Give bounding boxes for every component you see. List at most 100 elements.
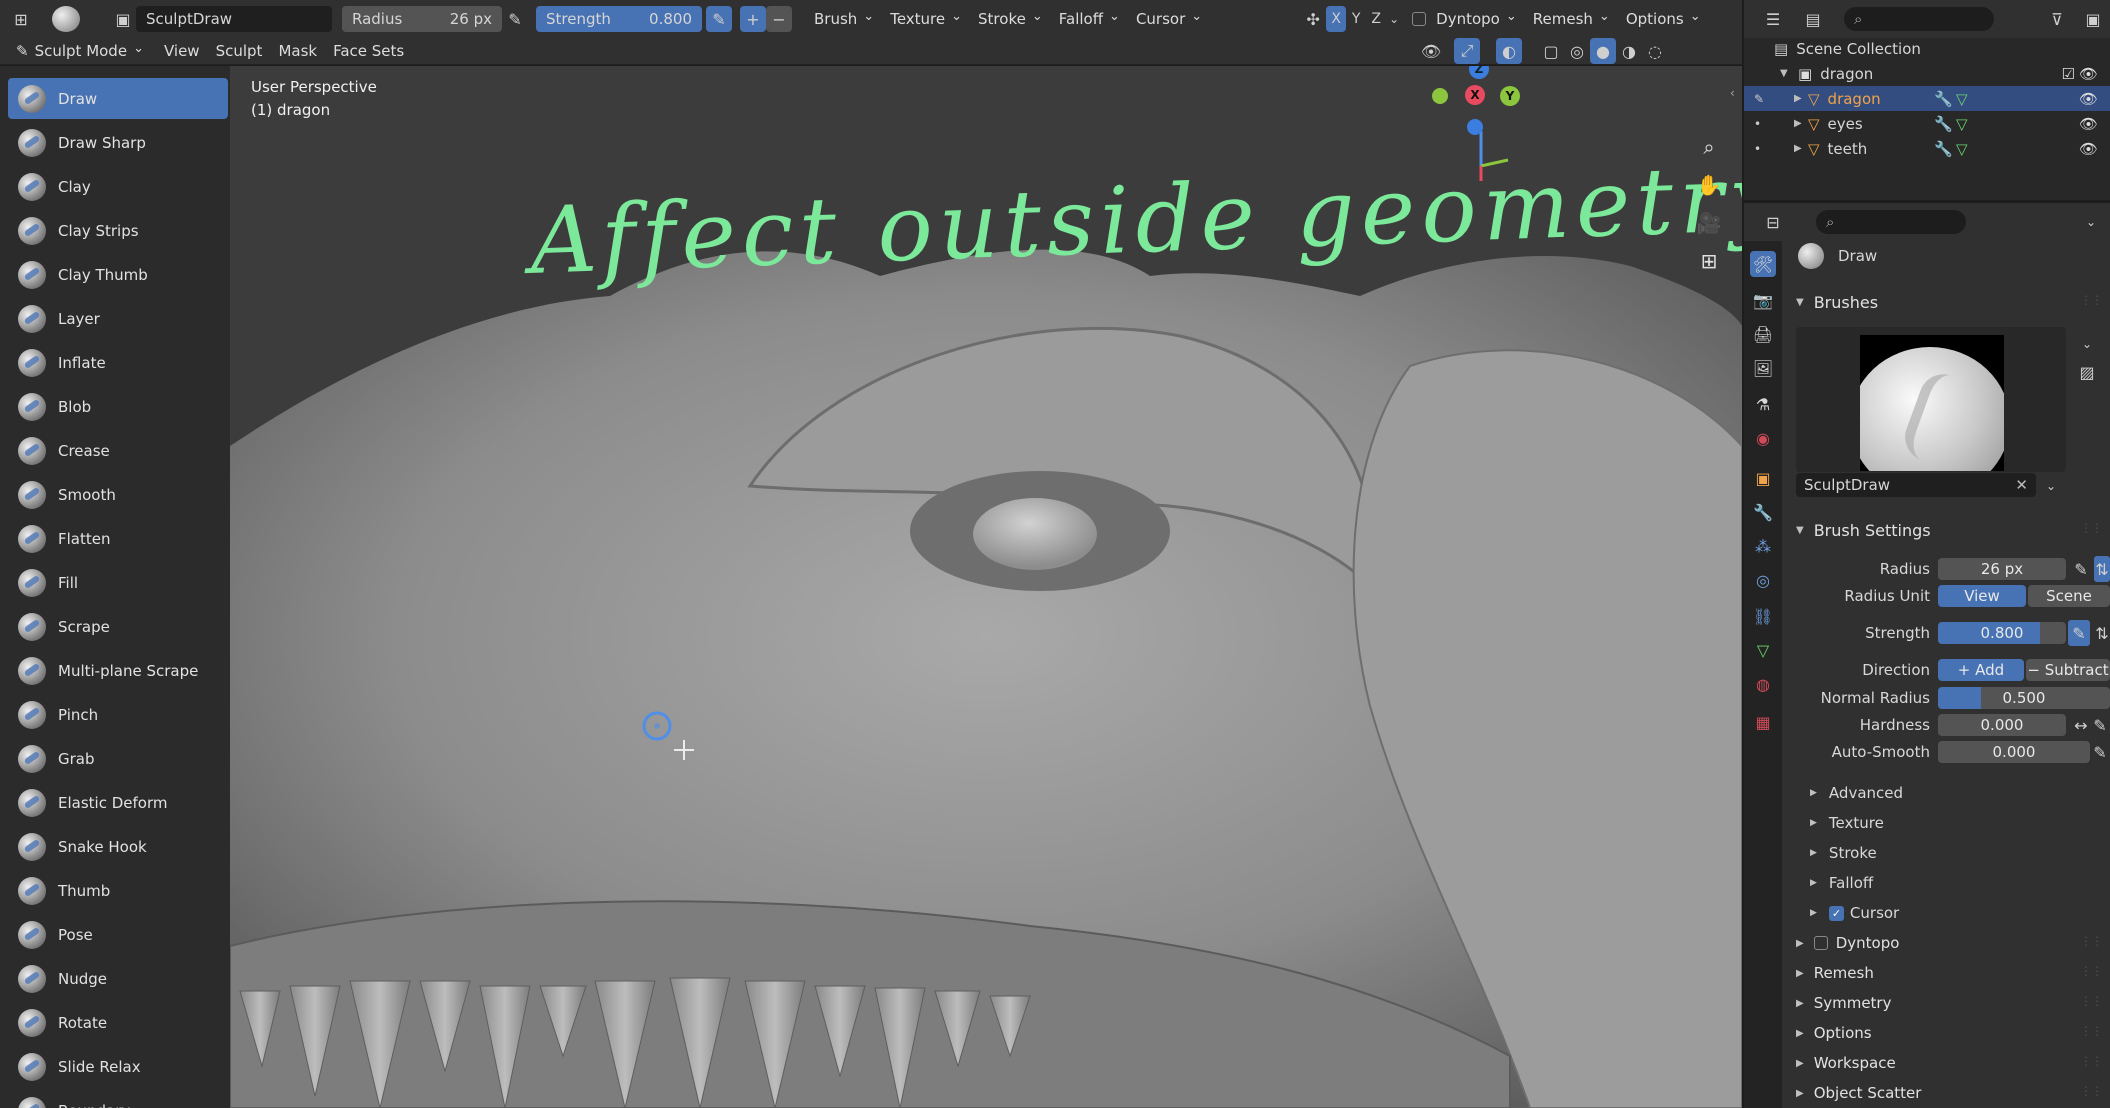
mask-menu[interactable]: Mask xyxy=(270,38,325,64)
normal-radius-slider[interactable]: 0.500 xyxy=(1938,687,2110,709)
modifier-tab-icon[interactable]: 🔧 xyxy=(1750,499,1776,525)
outliner-object-row[interactable]: ✎ ▶ ▽ dragon 🔧 ▽ 👁 xyxy=(1744,86,2110,111)
outliner-object-row[interactable]: • ▶ ▽ eyes 🔧 ▽ 👁 xyxy=(1744,111,2110,136)
face-sets-menu[interactable]: Face Sets xyxy=(325,38,412,64)
subpanel-advanced[interactable]: ▶ Advanced xyxy=(1810,784,1903,802)
direction-add-button[interactable]: + Add xyxy=(1938,659,2024,681)
wireframe-shading-icon[interactable]: ◎ xyxy=(1564,38,1590,64)
panel-grip-icon[interactable]: ⋮⋮ xyxy=(2080,1024,2103,1038)
properties-search-input[interactable]: ⌕ xyxy=(1816,210,1966,234)
mirror-z-toggle[interactable]: Z xyxy=(1366,6,1386,32)
eye-icon[interactable]: 👁 xyxy=(2079,115,2098,133)
cursor-checkbox[interactable]: ✓ xyxy=(1828,905,1844,921)
view-menu[interactable]: View xyxy=(156,38,208,64)
mirror-x-toggle[interactable]: X xyxy=(1326,6,1347,32)
edit-mode-icon[interactable]: ✎ xyxy=(1754,92,1774,106)
modifier-wrench-icon[interactable]: 🔧 xyxy=(1934,140,1953,158)
tool-scrape[interactable]: Scrape xyxy=(8,606,228,647)
radius-slider[interactable]: 26 px xyxy=(1938,558,2066,580)
radius-field[interactable]: Radius 26 px xyxy=(342,6,502,32)
tool-clay-strips[interactable]: Clay Strips xyxy=(8,210,228,251)
panel-grip-icon[interactable]: ⋮⋮ xyxy=(2080,521,2103,535)
panel-object-scatter[interactable]: ▶ Object Scatter xyxy=(1796,1084,1921,1102)
tool-clay[interactable]: Clay xyxy=(8,166,228,207)
tool-boundary[interactable]: Boundary xyxy=(8,1090,228,1108)
scene-collection-row[interactable]: ▤ Scene Collection xyxy=(1744,36,2110,61)
overlay-toggle-icon[interactable]: ◐ xyxy=(1496,38,1522,64)
autosmooth-slider[interactable]: 0.000 xyxy=(1938,741,2090,763)
subpanel-cursor[interactable]: ▶ ✓ Cursor xyxy=(1810,904,1899,922)
view-layer-tab-icon[interactable]: 🖼 xyxy=(1750,355,1776,381)
direction-subtract-button[interactable]: − Subtract xyxy=(2026,659,2110,681)
tool-snake-hook[interactable]: Snake Hook xyxy=(8,826,228,867)
expand-arrow-icon[interactable]: ▶ xyxy=(1794,118,1808,129)
collection-check-icon[interactable]: ☑ xyxy=(2062,65,2075,83)
brush-preview-icon[interactable] xyxy=(52,6,80,32)
brush-image-icon[interactable]: ▨ xyxy=(2074,359,2100,385)
strength-field[interactable]: Strength 0.800 xyxy=(536,6,702,32)
options-menu[interactable]: Options xyxy=(1618,6,1709,32)
world-tab-icon[interactable]: ◉ xyxy=(1750,425,1776,451)
panel-grip-icon[interactable]: ⋮⋮ xyxy=(2080,934,2103,948)
mode-selector[interactable]: ✎ Sculpt Mode xyxy=(8,38,152,64)
eye-icon[interactable]: 👁 xyxy=(2079,90,2098,108)
expand-arrow-icon[interactable]: ▼ xyxy=(1780,68,1794,79)
mirror-y-toggle[interactable]: Y xyxy=(1346,6,1366,32)
object-tab-icon[interactable]: ▣ xyxy=(1750,465,1776,491)
brush-data-icon[interactable]: ▣ xyxy=(110,6,136,32)
tool-rotate[interactable]: Rotate xyxy=(8,1002,228,1043)
brush-menu[interactable]: Brush xyxy=(806,6,882,32)
brush-preview[interactable] xyxy=(1796,327,2066,472)
gizmo-neg-y[interactable] xyxy=(1432,88,1448,104)
brushes-panel-header[interactable]: ▼ Brushes xyxy=(1796,293,1878,312)
panel-grip-icon[interactable]: ⋮⋮ xyxy=(2080,964,2103,978)
collapse-arrow-icon[interactable]: ‹ xyxy=(1730,86,1735,100)
tool-pinch[interactable]: Pinch xyxy=(8,694,228,735)
strength-pressure-icon[interactable]: ✎ xyxy=(706,6,732,32)
panel-grip-icon[interactable]: ⋮⋮ xyxy=(2080,1054,2103,1068)
tool-draw-sharp[interactable]: Draw Sharp xyxy=(8,122,228,163)
radius-lock-toggle[interactable]: ⇅ xyxy=(2094,556,2110,582)
tool-clay-thumb[interactable]: Clay Thumb xyxy=(8,254,228,295)
falloff-menu[interactable]: Falloff xyxy=(1051,6,1128,32)
expand-arrow-icon[interactable]: ▶ xyxy=(1794,143,1808,154)
modifier-wrench-icon[interactable]: 🔧 xyxy=(1934,115,1953,133)
panel-remesh[interactable]: ▶ Remesh xyxy=(1796,964,1874,982)
hardness-slider[interactable]: 0.000 xyxy=(1938,714,2066,736)
tool-draw[interactable]: Draw xyxy=(8,78,228,119)
mesh-data-icon[interactable]: ▽ xyxy=(1956,140,1968,158)
subpanel-texture[interactable]: ▶ Texture xyxy=(1810,814,1884,832)
tool-nudge[interactable]: Nudge xyxy=(8,958,228,999)
dyntopo-menu[interactable]: Dyntopo xyxy=(1428,6,1525,32)
tool-multi-plane-scrape[interactable]: Multi-plane Scrape xyxy=(8,650,228,691)
material-shading-icon[interactable]: ◑ xyxy=(1616,38,1642,64)
hardness-pressure-icon[interactable]: ✎ xyxy=(2090,712,2110,738)
tool-grab[interactable]: Grab xyxy=(8,738,228,779)
stroke-menu[interactable]: Stroke xyxy=(970,6,1051,32)
dot-icon[interactable]: • xyxy=(1754,142,1774,156)
radius-unit-view-button[interactable]: View xyxy=(1938,585,2026,607)
symmetry-dropdown[interactable]: ⌄ xyxy=(1386,6,1402,32)
panel-symmetry[interactable]: ▶ Symmetry xyxy=(1796,994,1891,1012)
perspective-grid-icon[interactable]: ⊞ xyxy=(1693,245,1725,277)
tool-fill[interactable]: Fill xyxy=(8,562,228,603)
strength-lock-toggle[interactable]: ⇅ xyxy=(2094,620,2110,646)
unlink-brush-icon[interactable]: ✕ xyxy=(2015,476,2028,494)
properties-editor-icon[interactable]: ⊟ xyxy=(1760,209,1786,235)
dyntopo-panel-checkbox[interactable] xyxy=(1813,936,1828,950)
brush-name-field[interactable]: SculptDraw xyxy=(136,6,332,32)
pan-hand-icon[interactable]: ✋ xyxy=(1693,169,1725,201)
mesh-data-icon[interactable]: ▽ xyxy=(1956,90,1968,108)
brush-menu-dropdown[interactable]: ⌄ xyxy=(2038,473,2064,499)
outliner-object-row[interactable]: • ▶ ▽ teeth 🔧 ▽ 👁 xyxy=(1744,136,2110,161)
tool-pose[interactable]: Pose xyxy=(8,914,228,955)
brush-list-dropdown[interactable]: ⌄ xyxy=(2074,331,2100,357)
modifier-wrench-icon[interactable]: 🔧 xyxy=(1934,90,1953,108)
tool-layer[interactable]: Layer xyxy=(8,298,228,339)
dyntopo-checkbox[interactable] xyxy=(1410,6,1428,32)
output-tab-icon[interactable]: 🖨 xyxy=(1750,321,1776,347)
editor-type-icon[interactable]: ⊞ xyxy=(8,6,34,32)
gizmo-x-axis[interactable]: X xyxy=(1465,85,1485,105)
tool-inflate[interactable]: Inflate xyxy=(8,342,228,383)
panel-grip-icon[interactable]: ⋮⋮ xyxy=(2080,994,2103,1008)
